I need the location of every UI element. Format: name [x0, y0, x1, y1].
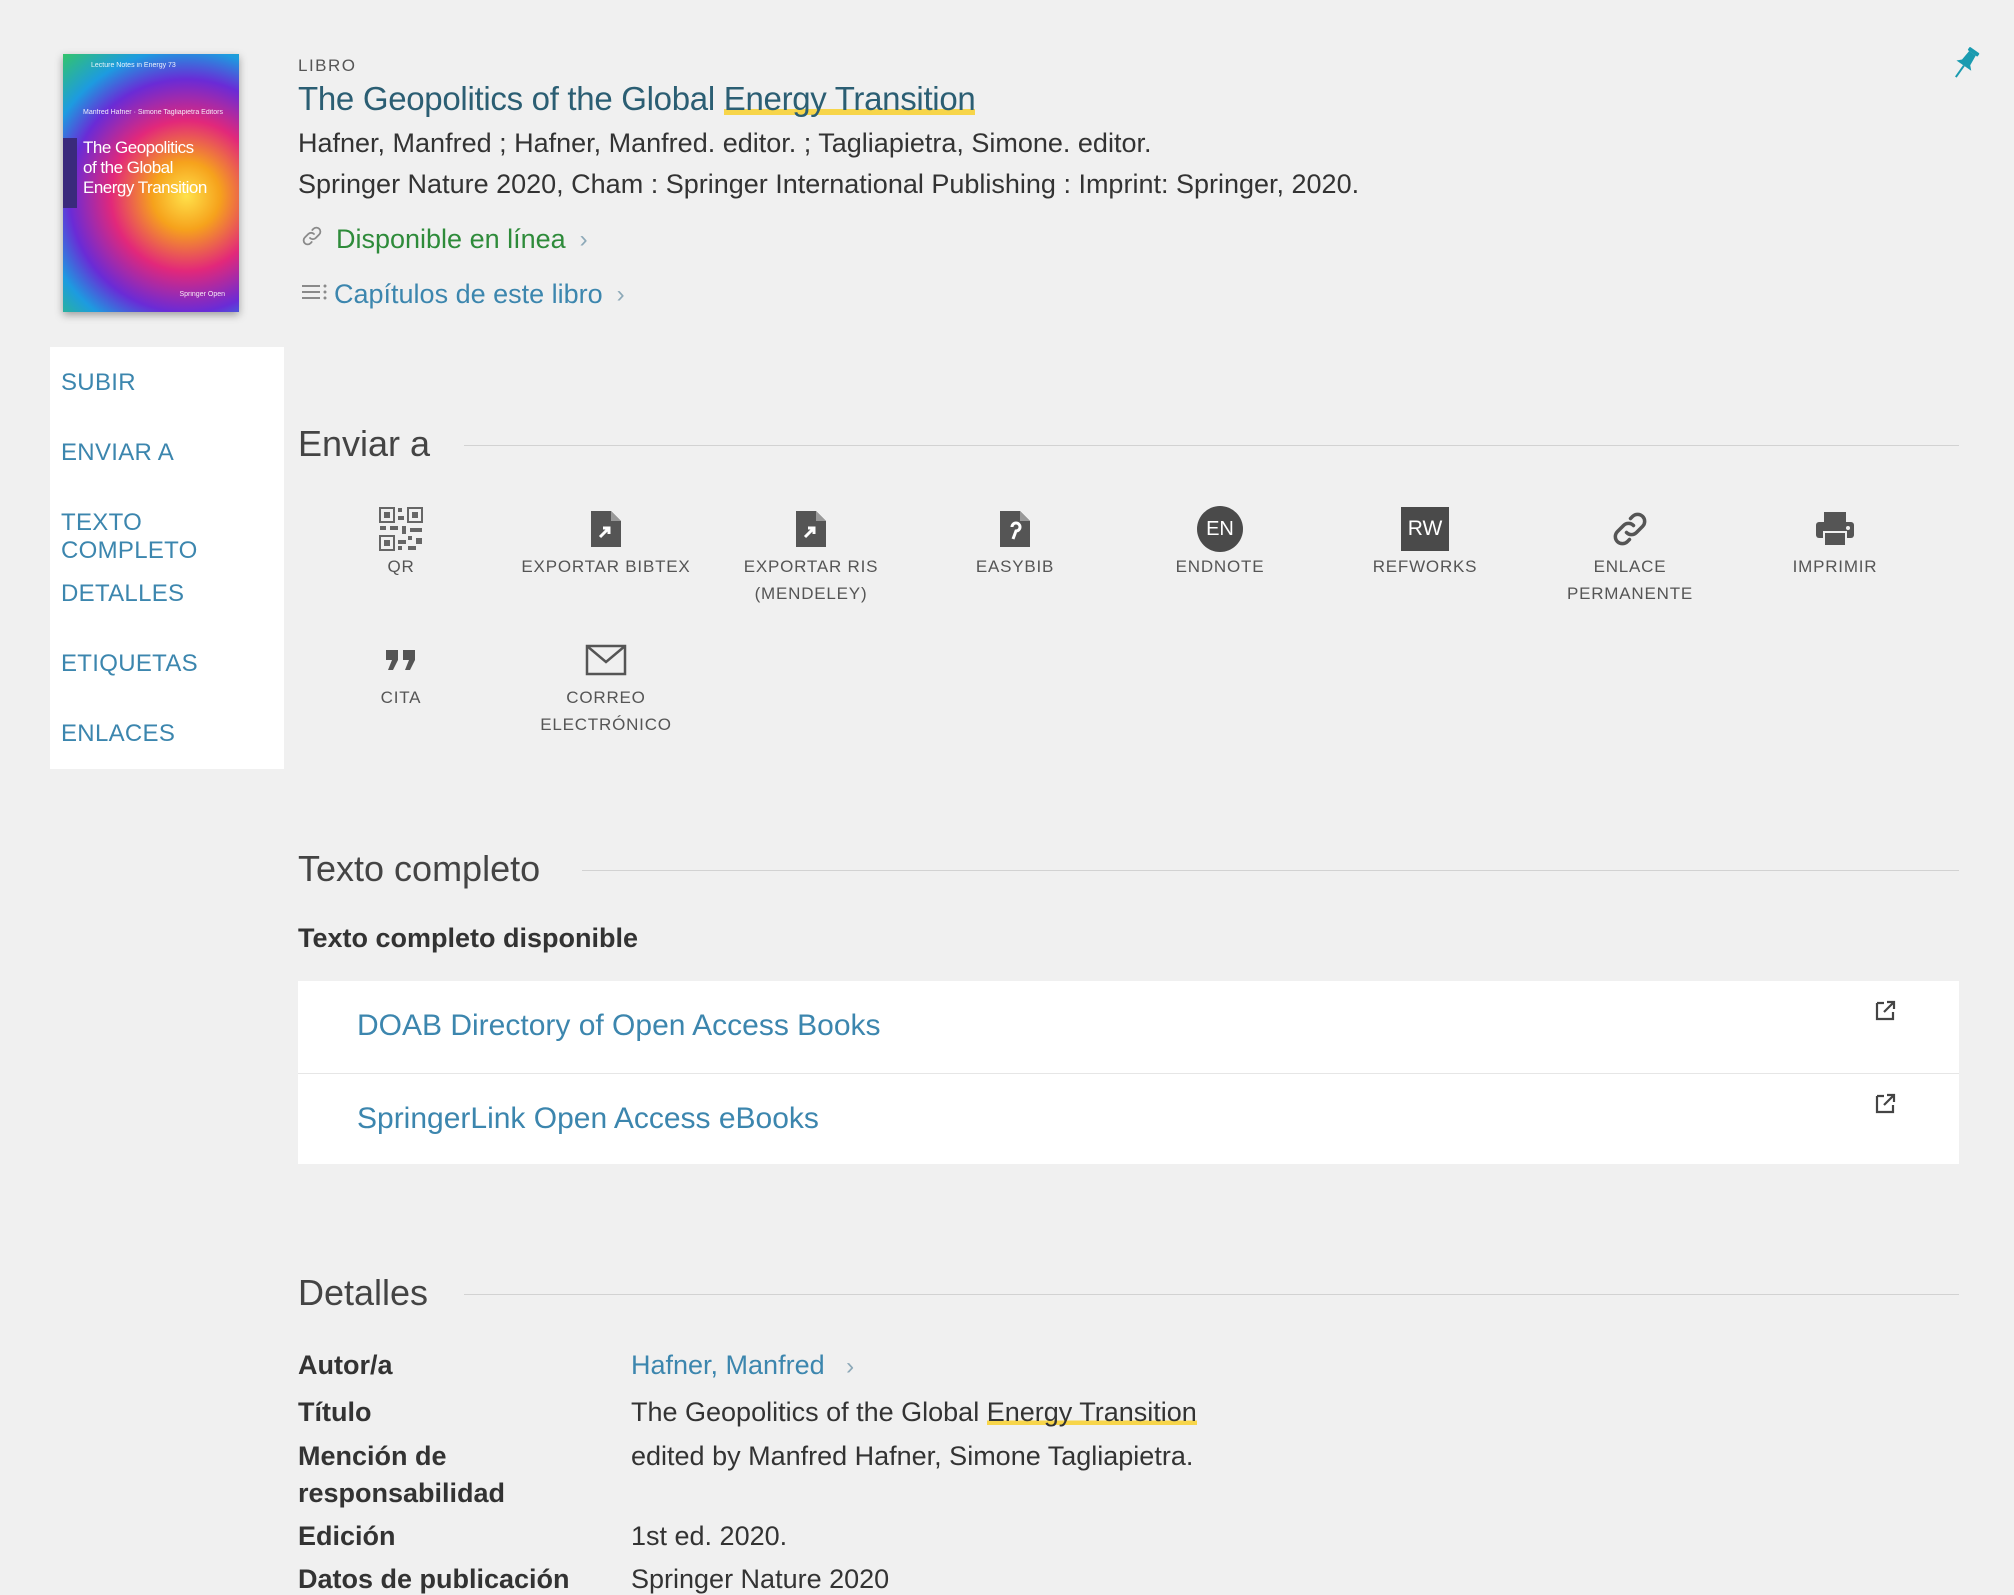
book-cover-image[interactable]: Lecture Notes in Energy 73 Manfred Hafne… [63, 54, 239, 312]
link-icon [1545, 505, 1715, 553]
record-page: Lecture Notes in Energy 73 Manfred Hafne… [0, 0, 2014, 1595]
detail-value-responsibility: edited by Manfred Hafner, Simone Tagliap… [631, 1441, 1194, 1471]
fulltext-subheading: Texto completo disponible [298, 923, 639, 953]
cover-editors: Manfred Hafner · Simone Tagliapietra Edi… [83, 109, 223, 116]
fulltext-row[interactable]: DOAB Directory of Open Access Books [298, 981, 1959, 1072]
send-cite-label: CITA [380, 688, 422, 707]
external-link-icon [1875, 1000, 1896, 1021]
fulltext-list: DOAB Directory of Open Access Books Spri… [298, 981, 1959, 1164]
send-endnote-button[interactable]: EN ENDNOTE [1135, 505, 1305, 580]
send-email-button[interactable]: CORREO ELECTRÓNICO [521, 636, 691, 738]
refworks-badge: RW [1401, 507, 1449, 551]
chapters-link[interactable]: Capítulos de este libro › [300, 279, 625, 310]
nav-item-etiquetas[interactable]: ETIQUETAS [61, 650, 198, 678]
send-print-label: IMPRIMIR [1792, 557, 1878, 576]
send-to-heading: Enviar a [298, 423, 431, 464]
cover-bar [63, 138, 77, 208]
fulltext-link-doab[interactable]: DOAB Directory of Open Access Books [357, 1009, 881, 1043]
send-ris-button[interactable]: EXPORTAR RIS (MENDELEY) [726, 505, 896, 607]
qr-code-icon [316, 505, 486, 553]
cover-publisher-logo: Springer Open [179, 291, 225, 298]
file-export-icon [726, 505, 896, 553]
fulltext-divider [582, 870, 1959, 871]
section-nav: SUBIR ENVIAR A TEXTO COMPLETO DETALLES E… [50, 347, 284, 769]
send-bibtex-button[interactable]: EXPORTAR BIBTEX [521, 505, 691, 580]
chevron-right-icon: › [846, 1353, 855, 1380]
record-title[interactable]: The Geopolitics of the Global Energy Tra… [298, 80, 976, 118]
details-divider [464, 1294, 1959, 1295]
send-endnote-label: ENDNOTE [1175, 557, 1265, 576]
nav-item-enviar-a[interactable]: ENVIAR A [61, 439, 174, 467]
pin-icon[interactable] [1948, 44, 1982, 84]
availability-text: Disponible en línea [336, 224, 566, 254]
nav-item-enlaces[interactable]: ENLACES [61, 720, 175, 748]
send-easybib-label: EASYBIB [975, 557, 1055, 576]
send-print-button[interactable]: IMPRIMIR [1750, 505, 1920, 580]
refworks-icon: RW [1340, 505, 1510, 553]
external-link-icon [1875, 1093, 1896, 1114]
record-publisher: Springer Nature 2020, Cham : Springer In… [298, 169, 1360, 199]
detail-label-title: Título [298, 1397, 372, 1427]
print-icon [1750, 505, 1920, 553]
fulltext-heading: Texto completo [298, 848, 541, 889]
nav-item-subir[interactable]: SUBIR [61, 369, 136, 397]
record-authors: Hafner, Manfred ; Hafner, Manfred. edito… [298, 128, 1152, 158]
mail-icon [521, 636, 691, 684]
chevron-right-icon: › [579, 225, 588, 253]
send-to-divider [464, 445, 1959, 446]
detail-label-author: Autor/a [298, 1350, 393, 1380]
cover-series: Lecture Notes in Energy 73 [91, 62, 176, 69]
cover-title: The Geopolitics of the Global Energy Tra… [83, 138, 207, 197]
send-refworks-label: REFWORKS [1372, 557, 1478, 576]
list-icon [300, 281, 330, 309]
send-bibtex-label: EXPORTAR BIBTEX [521, 557, 691, 576]
send-cite-button[interactable]: CITA [316, 636, 486, 711]
easybib-icon [930, 505, 1100, 553]
send-qr-label: QR [387, 557, 415, 576]
fulltext-row[interactable]: SpringerLink Open Access eBooks [298, 1073, 1959, 1165]
send-refworks-button[interactable]: RW REFWORKS [1340, 505, 1510, 580]
send-permalink-label: ENLACE PERMANENTE [1566, 557, 1694, 603]
fulltext-link-springerlink[interactable]: SpringerLink Open Access eBooks [357, 1102, 819, 1136]
detail-value-title: The Geopolitics of the Global Energy Tra… [631, 1394, 1197, 1431]
detail-value-author[interactable]: Hafner, Manfred › [631, 1347, 854, 1385]
quote-icon [316, 636, 486, 684]
send-email-label: CORREO ELECTRÓNICO [540, 688, 672, 734]
detail-title-highlight: Energy Transition [986, 1397, 1197, 1427]
detail-value-publication: Springer Nature 2020 [631, 1564, 890, 1594]
send-easybib-button[interactable]: EASYBIB [930, 505, 1100, 580]
nav-item-detalles[interactable]: DETALLES [61, 580, 184, 608]
availability-link[interactable]: Disponible en línea › [300, 224, 588, 255]
chapters-text: Capítulos de este libro [334, 279, 603, 309]
record-type-label: LIBRO [298, 56, 357, 75]
detail-value-edition: 1st ed. 2020. [631, 1521, 788, 1551]
detail-label-responsibility: Mención de responsabilidad [298, 1441, 506, 1508]
send-ris-label: EXPORTAR RIS (MENDELEY) [743, 557, 879, 603]
link-icon [300, 224, 324, 255]
file-export-icon [521, 505, 691, 553]
chevron-right-icon: › [616, 280, 625, 308]
nav-item-texto-completo[interactable]: TEXTO COMPLETO [61, 509, 284, 565]
detail-title-text: The Geopolitics of the Global [631, 1397, 987, 1427]
send-permalink-button[interactable]: ENLACE PERMANENTE [1545, 505, 1715, 607]
detail-label-publication: Datos de publicación [298, 1564, 570, 1594]
details-heading: Detalles [298, 1272, 429, 1313]
endnote-icon: EN [1135, 505, 1305, 553]
title-text: The Geopolitics of the Global [298, 80, 724, 117]
send-qr-button[interactable]: QR [316, 505, 486, 580]
author-link-text: Hafner, Manfred [631, 1350, 825, 1380]
endnote-badge: EN [1197, 506, 1243, 552]
detail-label-edition: Edición [298, 1521, 396, 1551]
title-highlight: Energy Transition [723, 80, 976, 117]
